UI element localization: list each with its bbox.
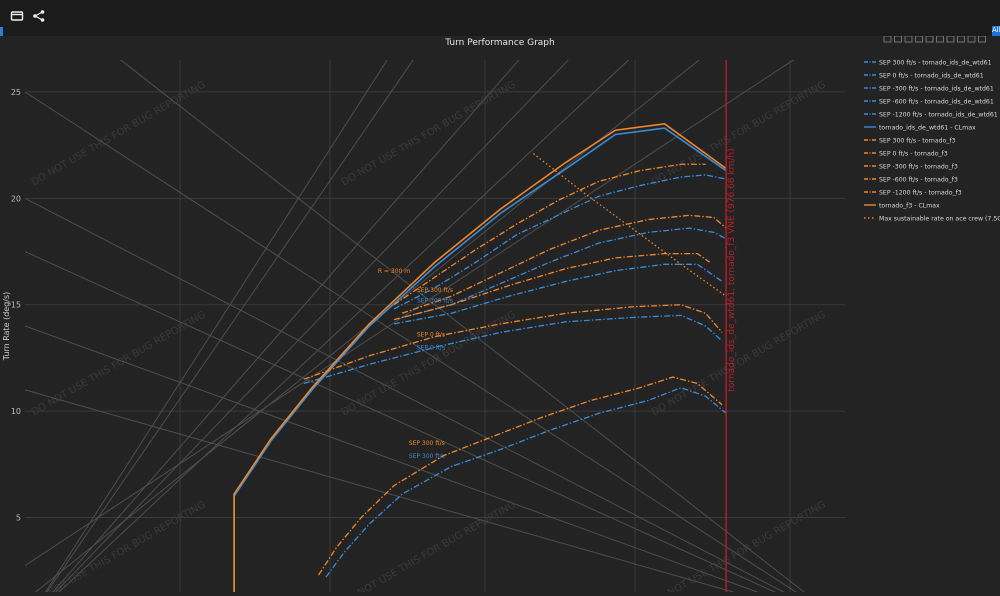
legend-item[interactable]: SEP -1200 ft/s - tornado_ids_de_wtd61	[864, 112, 998, 119]
chart-title: Turn Performance Graph	[444, 38, 554, 48]
legend-item[interactable]: SEP 0 ft/s - tornado_ids_de_wtd61	[864, 73, 984, 80]
legend-label: SEP 300 ft/s - tornado_ids_de_wtd61	[879, 60, 992, 67]
y-tick-label: 20	[11, 194, 21, 203]
legend-label: SEP -1200 ft/s - tornado_ids_de_wtd61	[879, 112, 998, 119]
legend-item[interactable]: SEP 300 ft/s - tornado_ids_de_wtd61	[864, 60, 992, 67]
turn-performance-chart[interactable]: 5 10 15 20 25 Turn Performance Graph Turn Rate…	[0, 36, 1000, 596]
legend-label: SEP 0 ft/s - tornado_f3	[879, 151, 948, 158]
legend-item[interactable]: SEP -600 ft/s - tornado_f3	[864, 177, 958, 184]
legend-label: SEP -300 ft/s - tornado_f3	[879, 164, 958, 171]
panel-icon[interactable]	[8, 9, 26, 27]
y-axis-label: Turn Rate (deg/s)	[2, 292, 11, 362]
y-tick-label: 15	[11, 301, 21, 310]
legend-item[interactable]: tornado_ids_de_wtd61 - CLmax	[864, 125, 976, 132]
annotation-label: SEP 0 ft/s	[417, 332, 445, 339]
legend-label: SEP 300 ft/s - tornado_f3	[879, 138, 956, 145]
legend-label: SEP -300 ft/s - tornado_ids_de_wtd61	[879, 86, 994, 93]
legend-item[interactable]: SEP -600 ft/s - tornado_ids_de_wtd61	[864, 99, 994, 106]
top-toolbar	[0, 0, 1000, 36]
annotation-label: SEP 300 ft/s	[417, 298, 453, 305]
legend-label: tornado_f3 - CLmax	[879, 203, 940, 210]
y-tick-label: 10	[11, 407, 21, 416]
legend-label: SEP -600 ft/s - tornado_f3	[879, 177, 958, 184]
legend-label: SEP -1200 ft/s - tornado_f3	[879, 190, 962, 197]
vne-label: tornado_ids_de_wtd61, tornado_f3 VNE (97…	[727, 148, 737, 391]
annotation-label: R = 300 m	[378, 268, 410, 275]
legend-label: Max sustainable rate on ace crew (7.5G)	[879, 216, 1000, 223]
annotation-label: SEP 0 ft/s	[417, 344, 445, 351]
share-icon[interactable]	[30, 9, 48, 27]
annotation-label: SEP 300 ft/s	[409, 453, 445, 460]
annotation-label: SEP 300 ft/s	[417, 287, 453, 294]
legend-item[interactable]: SEP -300 ft/s - tornado_ids_de_wtd61	[864, 86, 994, 93]
legend-label: tornado_ids_de_wtd61 - CLmax	[879, 125, 976, 132]
legend-item[interactable]: SEP -300 ft/s - tornado_f3	[864, 164, 958, 171]
legend-label: SEP 0 ft/s - tornado_ids_de_wtd61	[879, 73, 984, 80]
y-tick-label: 5	[16, 514, 21, 523]
annotation-label: SEP 300 ft/s	[409, 440, 445, 447]
sidebar-toggle-label: All	[992, 26, 1000, 34]
active-tab-marker	[0, 27, 3, 36]
legend-item[interactable]: SEP -1200 ft/s - tornado_f3	[864, 190, 962, 197]
legend-label: SEP -600 ft/s - tornado_ids_de_wtd61	[879, 99, 994, 106]
y-tick-label: 25	[11, 88, 21, 97]
legend-item[interactable]: Max sustainable rate on ace crew (7.5G)	[864, 216, 1000, 223]
